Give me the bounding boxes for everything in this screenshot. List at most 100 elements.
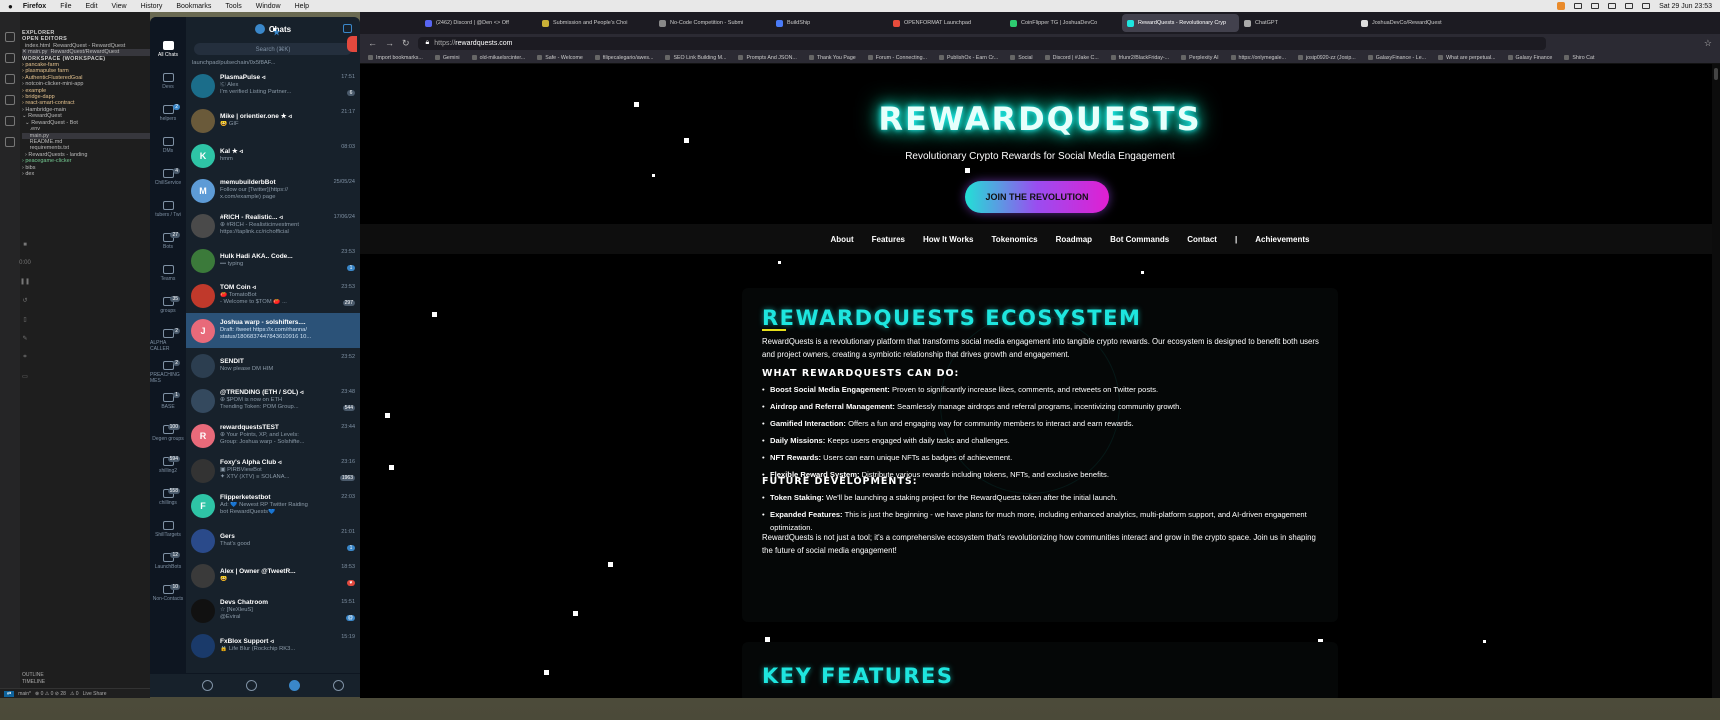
browser-tab[interactable]: Submission and People's Choi bbox=[537, 14, 654, 32]
bookmark-item[interactable]: Shiro Cat bbox=[1564, 55, 1594, 61]
join-revolution-button[interactable]: JOIN THE REVOLUTION bbox=[965, 181, 1109, 213]
nav-bot-commands[interactable]: Bot Commands bbox=[1110, 235, 1169, 244]
warnings[interactable]: ⚠ 0 bbox=[70, 691, 79, 697]
menu-tools[interactable]: Tools bbox=[225, 3, 241, 10]
folder-helpers[interactable]: helpers 2 bbox=[150, 104, 186, 137]
nav-contact[interactable]: Contact bbox=[1187, 235, 1217, 244]
undo-icon[interactable]: ↺ bbox=[22, 297, 27, 304]
clock[interactable]: Sat 29 Jun 23:53 bbox=[1659, 3, 1712, 10]
scrollbar-thumb[interactable] bbox=[1714, 68, 1718, 80]
display-icon[interactable] bbox=[1574, 3, 1583, 9]
bookmark-item[interactable]: old-mikaelsrcinter... bbox=[472, 55, 526, 61]
folder-base[interactable]: BASE 1 bbox=[150, 392, 186, 425]
run-debug-icon[interactable] bbox=[5, 95, 15, 105]
bookmark-item[interactable]: Gemini bbox=[435, 55, 460, 61]
nav-achievements[interactable]: Achievements bbox=[1255, 235, 1309, 244]
bookmark-item[interactable]: SEO Link Building M... bbox=[665, 55, 726, 61]
chat-item[interactable]: FxBlox Support ◃ 🔒 Life Blur (Rockchip RK… bbox=[186, 628, 360, 663]
status-app-icon[interactable] bbox=[1557, 2, 1566, 10]
chat-item[interactable]: TOM Coin ◃ 🍅 TomatoBot - Welcome to $TOM 🍅… bbox=[186, 278, 360, 313]
chat-item[interactable]: Alex | Owner @TweetR... 😀 18:53 ♥ bbox=[186, 558, 360, 593]
browser-tab[interactable]: ChatGPT bbox=[1239, 14, 1356, 32]
bookmark-item[interactable]: Safe - Welcome bbox=[537, 55, 583, 61]
menu-help[interactable]: Help bbox=[295, 3, 309, 10]
live-share[interactable]: Live Share bbox=[83, 691, 107, 697]
problems[interactable]: ⊗ 0 ⚠ 0 ⊘ 28 bbox=[35, 691, 66, 697]
bookmark-item[interactable]: Prompts And JSON... bbox=[738, 55, 796, 61]
back-icon[interactable]: ← bbox=[368, 38, 377, 48]
folder-degen-groups[interactable]: Degen groups 100 bbox=[150, 424, 186, 457]
folder-alpha-caller[interactable]: ALPHA CALLER 2 bbox=[150, 328, 186, 361]
branch[interactable]: main* bbox=[18, 691, 31, 697]
folder-non-contacts[interactable]: Non-Contacts 10 bbox=[150, 584, 186, 617]
chat-item[interactable]: SENDIT Now please DM HIM 23:52 bbox=[186, 348, 360, 383]
page-scrollbar[interactable] bbox=[1712, 64, 1720, 698]
apple-icon[interactable]: ● bbox=[8, 2, 13, 11]
folder-all-chats[interactable]: All Chats bbox=[150, 41, 186, 73]
forward-icon[interactable]: → bbox=[385, 38, 394, 48]
folder-preaching-mes[interactable]: PREACHING MES 2 bbox=[150, 360, 186, 393]
nav-features[interactable]: Features bbox=[872, 235, 905, 244]
chat-item[interactable]: MmemubuilderbBot Follow our [Twitter](htt… bbox=[186, 173, 360, 208]
search-input[interactable]: Search (⌘K) bbox=[194, 43, 352, 55]
chats-icon[interactable] bbox=[289, 680, 301, 691]
chat-item[interactable]: K Kal ★ ◃ hmm 08:03 bbox=[186, 138, 360, 173]
battery-icon[interactable] bbox=[1591, 3, 1600, 9]
extensions-icon[interactable] bbox=[5, 116, 15, 126]
bookmark-item[interactable]: Galaxy Finance bbox=[1508, 55, 1553, 61]
pen-icon[interactable]: ✎ bbox=[22, 335, 27, 342]
chat-item[interactable]: Hulk Hadi AKA.. Code... ••• typing 23:53 1 bbox=[186, 243, 360, 278]
bookmark-item[interactable]: Import bookmarks... bbox=[368, 55, 423, 61]
menu-file[interactable]: File bbox=[60, 3, 71, 10]
folder-shilltargets[interactable]: ShillTargets bbox=[150, 521, 186, 553]
menu-history[interactable]: History bbox=[141, 3, 163, 10]
chat-item[interactable]: #RICH - Realistic... ◃ ⊕ #RICH - Realisti… bbox=[186, 208, 360, 243]
folder-shilling2[interactable]: shilling2 594 bbox=[150, 456, 186, 489]
menu-window[interactable]: Window bbox=[256, 3, 281, 10]
folder-teams[interactable]: Teams bbox=[150, 265, 186, 297]
bookmark-item[interactable]: Perplexity AI bbox=[1181, 55, 1218, 61]
search-icon[interactable] bbox=[1625, 3, 1634, 9]
timeline-section[interactable]: TIMELINE bbox=[22, 679, 45, 686]
nav-tokenomics[interactable]: Tokenomics bbox=[992, 235, 1038, 244]
stop-icon[interactable]: ■ bbox=[23, 242, 27, 248]
bookmark-item[interactable]: frlunr2/BlackFriday-... bbox=[1111, 55, 1169, 61]
chat-item[interactable]: J Joshua warp - solshifters.... Draft: /tw… bbox=[186, 313, 360, 348]
chat-item[interactable]: Devs Chatroom ☆ [NeXleuS] @Eviral 15:51 @ bbox=[186, 593, 360, 628]
browser-tab[interactable]: No-Code Competition - Submi bbox=[654, 14, 771, 32]
bookmark-item[interactable]: Discord | #Jake C... bbox=[1045, 55, 1099, 61]
folder-devs[interactable]: Devs bbox=[150, 73, 186, 105]
bookmark-item[interactable]: What are perpetual... bbox=[1438, 55, 1495, 61]
profile-avatar[interactable] bbox=[254, 24, 265, 34]
folder-tubers-twi[interactable]: tubers / Twi bbox=[150, 201, 186, 233]
bookmark-item[interactable]: Forum - Connecting... bbox=[868, 55, 927, 61]
folder-chillservice[interactable]: ChillService 4 bbox=[150, 168, 186, 201]
browser-tab[interactable]: BuildShip bbox=[771, 14, 888, 32]
explorer-icon[interactable] bbox=[5, 32, 15, 42]
pause-icon[interactable]: ❚❚ bbox=[20, 278, 30, 285]
bookmark-item[interactable]: https://onlymegale... bbox=[1231, 55, 1286, 61]
bookmark-item[interactable]: GalaxyFinance - Le... bbox=[1368, 55, 1426, 61]
calls-icon[interactable] bbox=[245, 680, 257, 691]
bookmark-item[interactable]: Thank You Page bbox=[809, 55, 856, 61]
bookmark-item[interactable]: Social bbox=[1010, 55, 1032, 61]
menu-view[interactable]: View bbox=[112, 3, 127, 10]
browser-tab[interactable]: OPENFORMAT Launchpad bbox=[888, 14, 1005, 32]
chat-item[interactable]: Mike | orientier.one ★ ◃ 😀 GIF 21:17 bbox=[186, 103, 360, 138]
contacts-icon[interactable] bbox=[202, 680, 214, 691]
folder-groups[interactable]: groups 35 bbox=[150, 296, 186, 329]
nav-roadmap[interactable]: Roadmap bbox=[1056, 235, 1092, 244]
bookmark-item[interactable]: PublishOx - Earn Cr... bbox=[939, 55, 998, 61]
remote-indicator[interactable]: ⇄ bbox=[4, 690, 15, 697]
menu-bookmarks[interactable]: Bookmarks bbox=[176, 3, 211, 10]
menu-edit[interactable]: Edit bbox=[85, 3, 97, 10]
chat-item[interactable]: RrewardquestsTEST ⊕ Your Points, XP, and … bbox=[186, 418, 360, 453]
compose-icon[interactable] bbox=[343, 24, 352, 33]
browser-tab[interactable]: JoshuaDevCo/RewardQuest bbox=[1356, 14, 1473, 32]
bookmark-item[interactable]: filipecalegario/awes... bbox=[595, 55, 654, 61]
folder-launchbots[interactable]: LaunchBots 12 bbox=[150, 552, 186, 585]
folder-bots[interactable]: Bots 27 bbox=[150, 232, 186, 265]
settings-icon[interactable] bbox=[332, 680, 344, 691]
menu-app[interactable]: Firefox bbox=[23, 3, 46, 10]
chat-item[interactable]: Gers That's good 21:01 1 bbox=[186, 523, 360, 558]
